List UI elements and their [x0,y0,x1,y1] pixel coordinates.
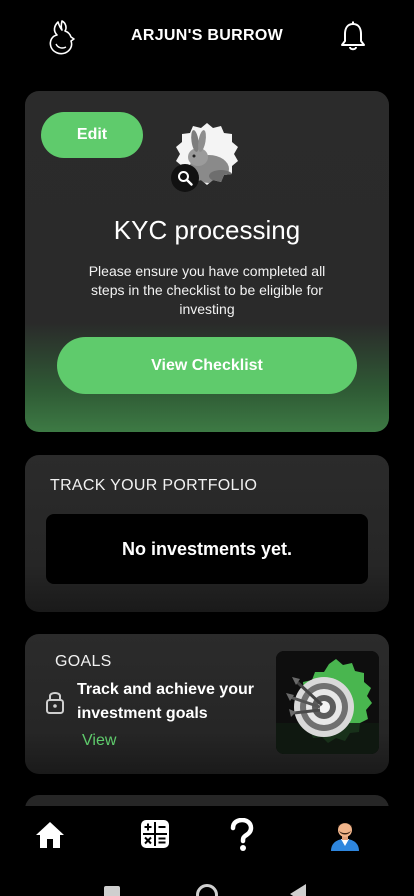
goals-description: Track and achieve your investment goals [77,681,254,722]
profile-avatar-icon[interactable] [328,818,364,854]
app-header: ARJUN'S BURROW [0,0,414,74]
goals-title: GOALS [55,653,112,670]
target-dartboard-icon [276,651,379,754]
bottom-navigation [0,806,414,866]
view-checklist-button[interactable]: View Checklist [57,337,357,394]
kyc-card: Edit KYC processing Please ensure you ha… [25,91,389,432]
calculator-icon[interactable] [139,818,175,854]
recents-icon[interactable] [104,886,120,896]
search-icon[interactable] [171,164,199,192]
help-icon[interactable] [228,818,264,854]
kyc-status-title: KYC processing [113,215,301,245]
system-navigation-bar [0,878,414,896]
back-icon[interactable] [290,884,306,896]
bell-icon[interactable] [338,20,368,52]
home-system-icon[interactable] [196,884,218,896]
portfolio-card: TRACK YOUR PORTFOLIO No investments yet. [25,455,389,612]
edit-profile-button[interactable]: Edit [41,112,143,158]
goals-card[interactable]: GOALS Track and achieve your investment … [25,634,389,774]
portfolio-title: TRACK YOUR PORTFOLIO [50,477,258,494]
lock-icon [46,692,64,714]
no-investments-message: No investments yet. [46,514,368,584]
kyc-description: Please ensure you have completed all ste… [88,263,326,317]
home-icon[interactable] [33,818,69,854]
goals-view-link[interactable]: View [82,732,116,750]
